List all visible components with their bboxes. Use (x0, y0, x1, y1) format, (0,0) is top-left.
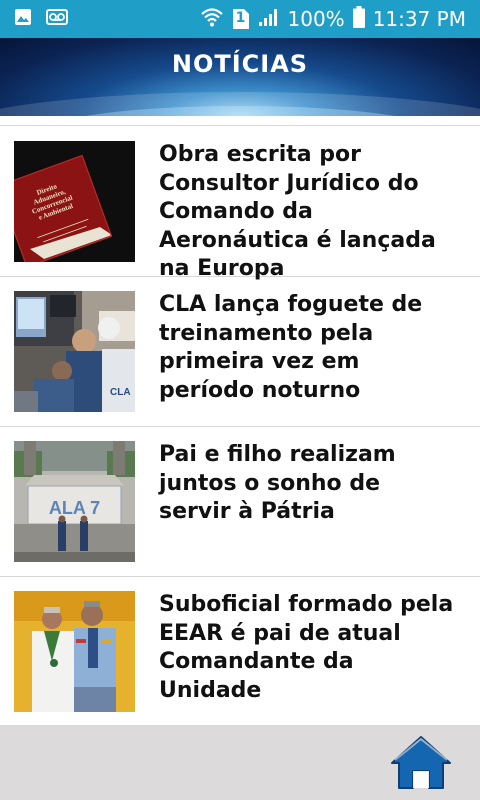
status-time: 11:37 PM (372, 7, 466, 31)
news-item[interactable]: Suboficial formado pela EEAR é pai de at… (0, 577, 480, 725)
news-item[interactable]: CLA CLA lança foguete de treinamento pel… (0, 277, 480, 427)
news-title[interactable]: CLA lança foguete de treinamento pela pr… (159, 291, 459, 405)
news-item[interactable]: ALA 7 Pai e filho realizam juntos o sonh… (0, 427, 480, 577)
news-thumbnail: Direito Aduaneiro, Concorrencial e Ambie… (14, 141, 135, 262)
battery-icon (352, 5, 365, 33)
sim-slot-number: 1 (235, 10, 246, 26)
home-icon (391, 736, 451, 789)
header-separator (0, 116, 480, 126)
news-thumbnail (14, 591, 135, 712)
uniform-lettering: CLA (110, 387, 131, 398)
app-header: NOTÍCIAS (0, 38, 480, 116)
page-title: NOTÍCIAS (171, 50, 309, 78)
image-icon (14, 8, 32, 31)
battery-percent: 100% (287, 7, 345, 31)
wifi-icon (200, 6, 224, 33)
news-list[interactable]: Direito Aduaneiro, Concorrencial e Ambie… (0, 127, 480, 725)
news-item[interactable]: Direito Aduaneiro, Concorrencial e Ambie… (0, 127, 480, 281)
news-thumbnail: CLA (14, 291, 135, 412)
news-title[interactable]: Obra escrita por Consultor Jurídico do C… (159, 141, 459, 284)
ala-sign-lettering: ALA 7 (49, 498, 100, 518)
news-thumbnail: ALA 7 (14, 441, 135, 562)
signal-icon (258, 7, 280, 32)
news-title[interactable]: Pai e filho realizam juntos o sonho de s… (159, 441, 459, 527)
sim-icon: 1 (232, 8, 250, 30)
home-button[interactable] (390, 735, 452, 790)
status-right: 1 100% 11:37 PM (200, 5, 480, 33)
voicemail-icon (46, 8, 68, 30)
news-title[interactable]: Suboficial formado pela EEAR é pai de at… (159, 591, 459, 705)
status-left (0, 8, 68, 31)
status-bar: 1 100% 11:37 PM (0, 0, 480, 38)
bottom-bar (0, 725, 480, 800)
